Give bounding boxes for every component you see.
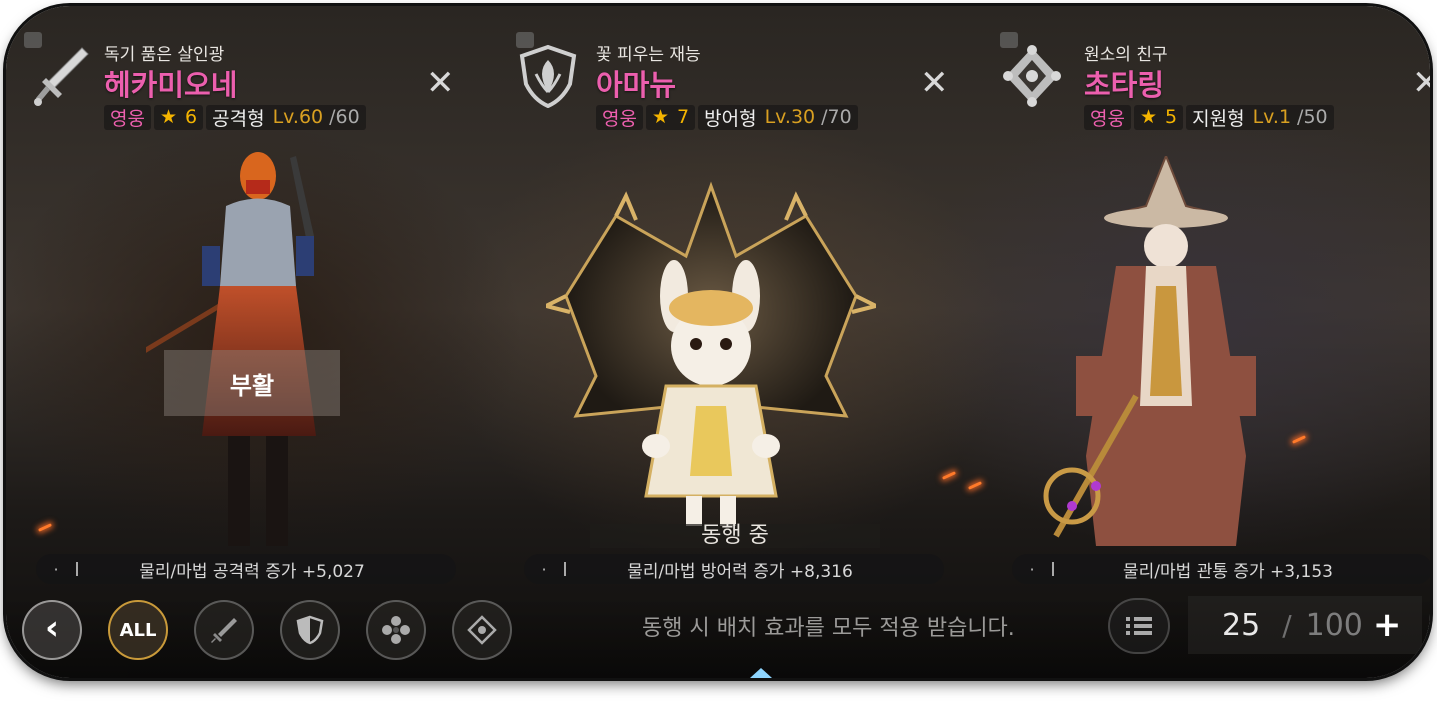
support-diamond-icon	[1002, 44, 1062, 108]
role-label: 지원형	[1192, 107, 1245, 130]
character-tags: 영웅 ★ 7 방어형 Lv.30 /70	[596, 104, 858, 130]
shield-leaf-icon	[518, 44, 578, 109]
star-count: 7	[677, 106, 690, 128]
list-icon	[1126, 617, 1152, 635]
character-tags: 영웅 ★ 5 지원형 Lv.1 /50	[1084, 104, 1334, 130]
star-count: 6	[185, 106, 198, 128]
role-label: 공격형	[212, 107, 265, 130]
star-icon: ★	[1139, 106, 1158, 128]
max-level: /50	[1297, 106, 1328, 128]
filter-support-button[interactable]	[366, 600, 426, 660]
target-icon	[467, 615, 497, 645]
sword-icon	[211, 618, 237, 643]
divider	[1052, 562, 1054, 576]
stat-bonus-text: 물리/마법 방어력 증가 +8,316	[627, 561, 853, 582]
filter-all-button[interactable]: ALL	[108, 600, 168, 660]
max-level: /70	[821, 106, 852, 128]
sword-icon	[32, 44, 92, 108]
stat-bonus-bar: · 물리/마법 방어력 증가 +8,316	[524, 554, 944, 584]
divider	[76, 562, 78, 576]
close-icon[interactable]: ✕	[426, 66, 455, 100]
filter-defense-button[interactable]	[280, 600, 340, 660]
filter-all-label: ALL	[119, 619, 157, 641]
bullet-icon: ·	[1029, 559, 1035, 579]
expand-slots-button[interactable]: +	[1373, 605, 1402, 645]
character-name: 헤카미오네	[104, 68, 238, 102]
bullet-icon: ·	[53, 559, 59, 579]
stat-bonus-text: 물리/마법 공격력 증가 +5,027	[139, 561, 365, 582]
rarity-badge: 영웅	[1084, 104, 1131, 130]
stat-bonus-bar: · 물리/마법 공격력 증가 +5,027	[36, 554, 456, 584]
role-level-badge: 공격형 Lv.60 /60	[206, 104, 366, 130]
slot-counter: 25 / 100 +	[1188, 596, 1422, 654]
star-icon: ★	[651, 106, 670, 128]
level-value: Lv.30	[764, 106, 816, 128]
close-icon[interactable]: ✕	[1412, 66, 1430, 100]
character-name: 아마뉴	[596, 68, 677, 102]
back-button[interactable]: ‹	[22, 600, 82, 660]
close-icon[interactable]: ✕	[920, 66, 949, 100]
slot-count-current: 25	[1222, 607, 1261, 643]
game-screen: 독기 품은 살인광 헤카미오네 ✕ 영웅 ★ 6 공격형 Lv.60 /60 부…	[6, 6, 1430, 678]
bullet-icon: ·	[541, 559, 547, 579]
drawer-handle-icon[interactable]	[750, 668, 772, 678]
companion-status-label: 동행 중	[590, 524, 880, 548]
rarity-badge: 영웅	[596, 104, 643, 130]
companion-notice: 동행 시 배치 효과를 모두 적용 받습니다.	[642, 616, 1015, 641]
character-model-3[interactable]	[1036, 153, 1296, 556]
star-icon: ★	[159, 106, 178, 128]
stat-bonus-bar: · 물리/마법 관통 증가 +3,153	[1012, 554, 1430, 584]
list-sort-button[interactable]	[1108, 598, 1170, 654]
max-level: /60	[329, 106, 360, 128]
character-name: 초타링	[1084, 68, 1165, 102]
star-badge: ★ 5	[1133, 104, 1184, 130]
stat-bonus-text: 물리/마법 관통 증가 +3,153	[1123, 561, 1333, 582]
role-label: 방어형	[704, 107, 757, 130]
filter-special-button[interactable]	[452, 600, 512, 660]
level-value: Lv.60	[272, 106, 324, 128]
role-level-badge: 방어형 Lv.30 /70	[698, 104, 858, 130]
revive-label: 부활	[164, 350, 340, 416]
character-model-2[interactable]	[540, 176, 882, 536]
role-level-badge: 지원형 Lv.1 /50	[1186, 104, 1334, 130]
support-icon	[382, 616, 410, 644]
character-model-1[interactable]	[134, 136, 366, 556]
slot-count-separator: /	[1282, 608, 1292, 642]
star-badge: ★ 7	[645, 104, 696, 130]
character-card-1[interactable]: 독기 품은 살인광 헤카미오네 ✕ 영웅 ★ 6 공격형 Lv.60 /60 부…	[6, 6, 486, 606]
chevron-left-icon: ‹	[44, 608, 59, 648]
character-tags: 영웅 ★ 6 공격형 Lv.60 /60	[104, 104, 366, 130]
divider	[564, 562, 566, 576]
star-count: 5	[1165, 106, 1178, 128]
slot-count-max: 100	[1305, 607, 1363, 643]
rarity-badge: 영웅	[104, 104, 151, 130]
level-value: Lv.1	[1252, 106, 1292, 128]
shield-icon	[296, 615, 324, 645]
filter-attack-button[interactable]	[194, 600, 254, 660]
star-badge: ★ 6	[153, 104, 204, 130]
